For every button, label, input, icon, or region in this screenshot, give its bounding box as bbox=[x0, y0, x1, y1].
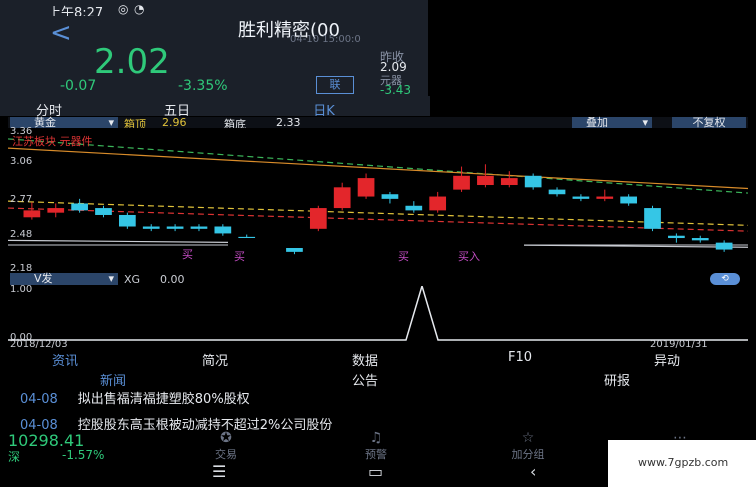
watermark: www.7gpzb.com bbox=[608, 440, 756, 487]
candle-body bbox=[95, 208, 112, 215]
tab-f10[interactable]: F10 bbox=[508, 350, 532, 365]
candle-body bbox=[190, 226, 208, 229]
candle-body bbox=[119, 214, 136, 227]
y-tick-4: 2.48 bbox=[10, 229, 33, 240]
candle-body bbox=[214, 226, 232, 234]
candle-body bbox=[691, 238, 709, 241]
subtab-research[interactable]: 研报 bbox=[604, 370, 630, 389]
candle-body bbox=[596, 196, 614, 199]
volume-label: V发 bbox=[34, 272, 53, 285]
bell-icon: ♫ bbox=[369, 430, 383, 446]
stock-header: < 胜利精密(00 04-10 15:00:0 2.02 -0.07 -3.35… bbox=[0, 16, 430, 100]
subtab-news[interactable]: 新闻 bbox=[100, 370, 126, 389]
blank-area bbox=[428, 0, 756, 96]
subtab-announcements[interactable]: 公告 bbox=[352, 370, 378, 389]
buy-marker-2: 买 bbox=[234, 250, 245, 263]
watermark-text: www.7gpzb.com bbox=[638, 456, 729, 469]
indicator-name: XG bbox=[124, 273, 141, 286]
current-price: 2.02 bbox=[94, 42, 170, 82]
candle-body bbox=[23, 210, 41, 218]
price-change: -0.07 bbox=[60, 78, 97, 94]
candle-body bbox=[309, 208, 327, 229]
x-axis-end: 2019/01/31 bbox=[650, 339, 708, 350]
tab-profile[interactable]: 简况 bbox=[202, 350, 228, 369]
alert-label: 预警 bbox=[365, 448, 387, 461]
candle-body bbox=[644, 208, 661, 229]
candle-body bbox=[357, 178, 375, 197]
add-group-button[interactable]: ☆ 加分组 bbox=[488, 430, 568, 462]
news-date: 04-08 bbox=[20, 392, 58, 407]
signal-icon: ◎ bbox=[118, 2, 129, 16]
candle-body bbox=[668, 235, 685, 239]
candle-body bbox=[405, 205, 423, 211]
y-tick-3: 2.77 bbox=[10, 194, 33, 205]
add-group-label: 加分组 bbox=[511, 448, 545, 461]
signal-line bbox=[8, 286, 748, 341]
price-change-pct: -3.35% bbox=[178, 78, 228, 94]
indicator-value: 0.00 bbox=[160, 273, 185, 286]
sector-change: -3.43 bbox=[380, 83, 412, 97]
candle-body bbox=[453, 175, 470, 190]
back-nav-icon[interactable]: ‹ bbox=[530, 462, 536, 481]
trade-label: 交易 bbox=[215, 448, 237, 461]
candle-body bbox=[715, 242, 733, 250]
period-tabs bbox=[0, 98, 430, 116]
chevron-down-icon: ▾ bbox=[108, 272, 114, 285]
back-icon[interactable]: < bbox=[50, 18, 72, 48]
tab-alerts[interactable]: 异动 bbox=[654, 350, 680, 369]
home-icon[interactable]: ▭ bbox=[368, 462, 383, 481]
candle-body bbox=[71, 203, 88, 211]
news-title: 拟出售福清福捷塑胶80%股权 bbox=[77, 392, 250, 407]
candle-body bbox=[381, 194, 399, 199]
tab-data[interactable]: 数据 bbox=[352, 350, 378, 369]
y-tick-2: 3.06 bbox=[10, 156, 33, 167]
masked-area bbox=[228, 238, 524, 248]
index-change-pct: -1.57% bbox=[62, 448, 105, 462]
volume-chart bbox=[8, 286, 748, 341]
tab-news-feed[interactable]: 资讯 bbox=[52, 350, 78, 369]
star-icon: ☆ bbox=[521, 430, 535, 446]
link-badge[interactable]: 联 bbox=[316, 76, 354, 94]
candle-body bbox=[477, 175, 494, 186]
candle-body bbox=[500, 178, 518, 186]
menu-icon[interactable]: ☰ bbox=[212, 462, 226, 481]
quote-time: 04-10 15:00:0 bbox=[290, 34, 361, 45]
buy-marker-1: 买 bbox=[182, 248, 193, 261]
candle-body bbox=[572, 196, 590, 199]
alert-button[interactable]: ♫ 预警 bbox=[350, 430, 402, 462]
candle-body bbox=[333, 187, 351, 209]
buy-text: 买入 bbox=[458, 250, 480, 263]
news-item[interactable]: 04-08 拟出售福清福捷塑胶80%股权 bbox=[20, 388, 250, 407]
candle-body bbox=[429, 196, 447, 211]
volume-toolbar bbox=[8, 273, 748, 286]
x-axis-start: 2018/12/03 bbox=[10, 339, 68, 350]
candle-body bbox=[47, 208, 65, 213]
candle-body bbox=[524, 175, 542, 188]
candle-body bbox=[166, 226, 184, 229]
candle-body bbox=[548, 189, 566, 195]
candle-body bbox=[620, 196, 637, 204]
refresh-icon[interactable]: ⟲ bbox=[710, 273, 740, 285]
candle-body bbox=[142, 226, 160, 229]
clock-icon: ◔ bbox=[134, 2, 145, 16]
trade-icon: ✪ bbox=[220, 430, 232, 446]
buy-marker-3: 买 bbox=[398, 250, 409, 263]
trade-button[interactable]: ✪ 交易 bbox=[200, 430, 252, 462]
chart-annotation: 江苏板块 元器件 bbox=[12, 135, 93, 148]
